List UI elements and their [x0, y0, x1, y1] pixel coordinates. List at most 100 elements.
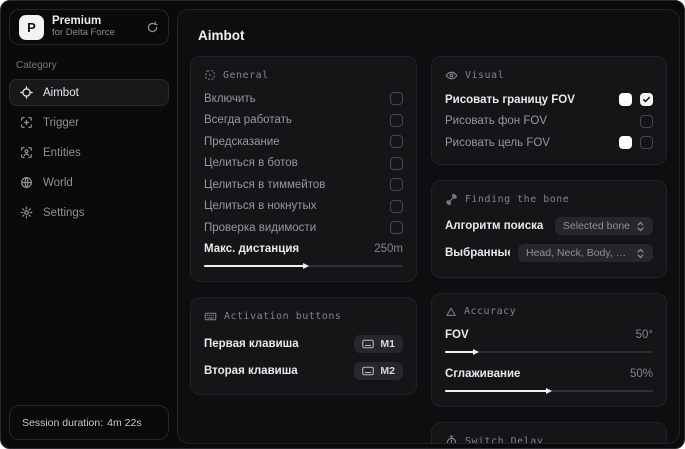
viewfinder-icon: [204, 69, 216, 81]
checkbox-label: Всегда работать: [204, 114, 292, 127]
sidebar-item-aimbot[interactable]: Aimbot: [9, 79, 169, 106]
second-key-button[interactable]: M2: [354, 361, 403, 380]
visual-header: Visual: [445, 69, 653, 82]
draw-fov-target-row: Рисовать цель FOV: [445, 132, 653, 154]
activation-buttons-card: Activation buttons Первая клавиша M1 Вто…: [190, 297, 417, 395]
page-title: Aimbot: [198, 28, 245, 43]
right-column: Visual Рисовать границу FOV Рисовать фон…: [431, 56, 667, 443]
draw-fov-border-row: Рисовать границу FOV: [445, 89, 653, 111]
aim-bots-checkbox[interactable]: [390, 156, 403, 170]
max-distance-row: Макс. дистанция 250m: [204, 239, 403, 261]
smoothing-value: 50%: [629, 367, 653, 380]
left-column: General Включить Всегда работать Предска…: [190, 56, 417, 395]
switch-delay-card: Switch Delay Задержка переключения Задер…: [431, 421, 667, 443]
aim-knocked-checkbox[interactable]: [390, 199, 403, 213]
sidebar-item-entities[interactable]: Entities: [9, 139, 169, 166]
sidebar-item-label: World: [43, 176, 73, 189]
draw-fov-background-row: Рисовать фон FOV: [445, 111, 653, 133]
checkbox-row-aim-knocked: Целиться в нокнутых: [204, 196, 403, 218]
crosshair-icon: [20, 86, 33, 99]
activation-header: Activation buttons: [204, 310, 403, 323]
sidebar-item-label: Aimbot: [43, 86, 79, 99]
checkbox-row-aim-teammates: Целиться в тиммейтов: [204, 174, 403, 196]
finding-bone-header-label: Finding the bone: [465, 193, 570, 205]
max-distance-slider[interactable]: [204, 260, 403, 271]
category-label: Category: [16, 60, 57, 71]
smoothing-slider[interactable]: [445, 385, 653, 396]
session-duration-card: Session duration: 4m 22s: [9, 405, 169, 440]
fov-border-color-swatch[interactable]: [619, 93, 632, 107]
second-key-value: M2: [380, 364, 395, 377]
draw-fov-target-label: Рисовать цель FOV: [445, 136, 550, 149]
eye-icon: [445, 69, 458, 82]
sidebar: P Premium for Delta Force Category Aimbo…: [1, 1, 177, 448]
sync-icon[interactable]: [146, 21, 159, 34]
smoothing-row: Сглаживание 50%: [445, 363, 653, 385]
bone-algorithm-value: Selected bone: [562, 220, 630, 232]
checkbox-row-aim-bots: Целиться в ботов: [204, 153, 403, 175]
sidebar-item-settings[interactable]: Settings: [9, 199, 169, 226]
draw-fov-border-label: Рисовать границу FOV: [445, 93, 575, 106]
bone-algorithm-select[interactable]: Selected bone: [554, 217, 653, 235]
bone-algorithm-label: Алгоритм поиска кост: [445, 220, 547, 232]
fov-slider[interactable]: [445, 346, 653, 357]
keyboard-icon: [362, 339, 375, 349]
fov-target-color-swatch[interactable]: [619, 136, 632, 150]
first-key-row: Первая клавиша M1: [204, 330, 403, 357]
enable-checkbox[interactable]: [390, 92, 403, 106]
first-key-value: M1: [380, 337, 395, 350]
accuracy-header-label: Accuracy: [464, 306, 517, 317]
always-work-checkbox[interactable]: [390, 113, 403, 127]
second-key-row: Вторая клавиша M2: [204, 357, 403, 384]
draw-fov-border-checkbox[interactable]: [640, 93, 653, 107]
prediction-checkbox[interactable]: [390, 135, 403, 149]
brand-card: P Premium for Delta Force: [9, 9, 169, 45]
sidebar-item-label: Entities: [43, 146, 81, 159]
draw-fov-target-checkbox[interactable]: [640, 136, 653, 150]
second-key-label: Вторая клавиша: [204, 364, 298, 377]
app-logo: P: [19, 14, 44, 40]
fov-row: FOV 50°: [445, 325, 653, 347]
max-distance-value: 250m: [374, 243, 403, 256]
bone-algorithm-row: Алгоритм поиска кост Selected bone: [445, 213, 653, 240]
checkbox-label: Предсказание: [204, 135, 280, 148]
gear-icon: [20, 206, 33, 219]
brand-subtitle: for Delta Force: [52, 27, 115, 39]
content-columns: General Включить Всегда работать Предска…: [190, 56, 667, 443]
triangle-icon: [445, 306, 457, 318]
sidebar-item-trigger[interactable]: Trigger: [9, 109, 169, 136]
visibility-check-checkbox[interactable]: [390, 221, 403, 235]
keyboard-icon: [362, 366, 375, 376]
entity-scan-icon: [20, 146, 33, 159]
session-duration-value: 4m 22s: [107, 416, 142, 429]
checkbox-row-prediction: Предсказание: [204, 131, 403, 153]
session-duration-label: Session duration:: [22, 416, 104, 429]
brand-text: Premium for Delta Force: [52, 15, 138, 39]
checkbox-label: Проверка видимости: [204, 221, 317, 234]
visual-card: Visual Рисовать границу FOV Рисовать фон…: [431, 56, 667, 165]
aim-teammates-checkbox[interactable]: [390, 178, 403, 192]
sidebar-nav: Aimbot Trigger Entities World Settings: [9, 79, 169, 226]
fov-value: 50°: [635, 329, 653, 342]
selected-bones-row: Выбранные кос Head, Neck, Body, Pe...: [445, 240, 653, 267]
bone-icon: [445, 193, 458, 206]
visual-header-label: Visual: [465, 70, 505, 81]
keyboard-icon: [204, 310, 217, 323]
first-key-label: Первая клавиша: [204, 337, 299, 350]
finding-bone-card: Finding the bone Алгоритм поиска кост Se…: [431, 179, 667, 278]
selected-bones-value: Head, Neck, Body, Pe...: [526, 247, 630, 259]
sidebar-item-label: Trigger: [43, 116, 79, 129]
checkbox-label: Целиться в ботов: [204, 157, 298, 170]
general-header-label: General: [223, 69, 269, 81]
checkbox-label: Включить: [204, 92, 256, 105]
trigger-crosshair-icon: [20, 116, 33, 129]
first-key-button[interactable]: M1: [354, 334, 403, 353]
switch-delay-header: Switch Delay: [445, 435, 653, 443]
stopwatch-icon: [445, 435, 458, 443]
main-panel: Aimbot General Включить Всегда работать …: [177, 9, 680, 444]
draw-fov-background-checkbox[interactable]: [640, 114, 653, 128]
sidebar-item-label: Settings: [43, 206, 85, 219]
sidebar-item-world[interactable]: World: [9, 169, 169, 196]
checkbox-label: Целиться в тиммейтов: [204, 178, 326, 191]
selected-bones-select[interactable]: Head, Neck, Body, Pe...: [518, 244, 653, 262]
